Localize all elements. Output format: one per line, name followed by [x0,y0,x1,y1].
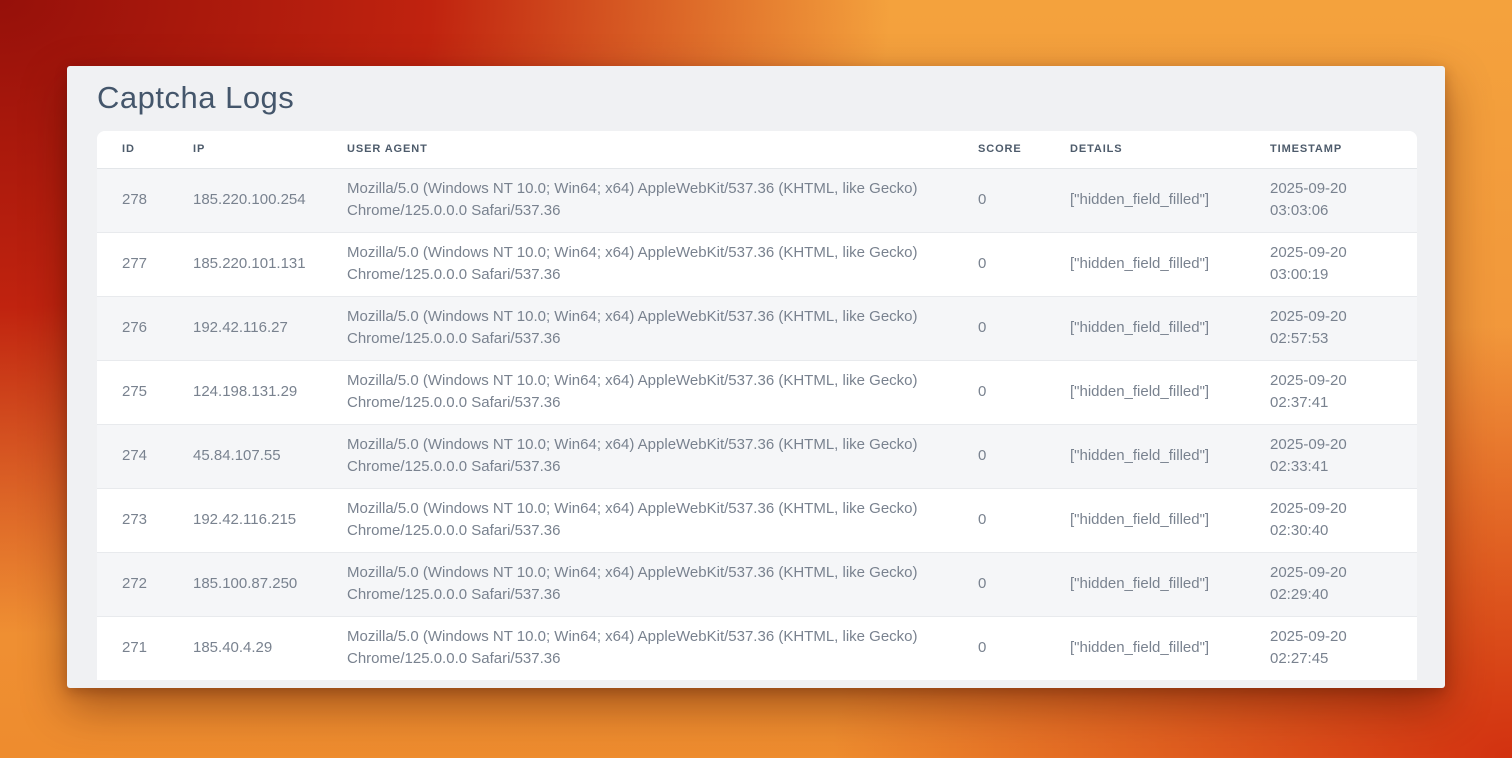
cell-details: ["hidden_field_filled"] [1045,360,1245,424]
cell-score: 0 [953,296,1045,360]
cell-details: ["hidden_field_filled"] [1045,168,1245,232]
cell-ip: 45.84.107.55 [168,424,322,488]
cell-ip: 185.220.101.131 [168,232,322,296]
cell-timestamp: 2025-09-20 02:27:45 [1245,616,1417,680]
cell-ip: 185.100.87.250 [168,552,322,616]
cell-ip: 192.42.116.215 [168,488,322,552]
column-header-user_agent: USER AGENT [322,131,953,168]
cell-id: 274 [97,424,168,488]
captcha-logs-table: IDIPUSER AGENTSCOREDETAILSTIMESTAMP 2781… [97,131,1417,680]
captcha-logs-card: Captcha Logs IDIPUSER AGENTSCOREDETAILST… [67,66,1445,688]
cell-user_agent: Mozilla/5.0 (Windows NT 10.0; Win64; x64… [322,552,953,616]
cell-details: ["hidden_field_filled"] [1045,488,1245,552]
cell-timestamp: 2025-09-20 02:29:40 [1245,552,1417,616]
cell-score: 0 [953,232,1045,296]
cell-timestamp: 2025-09-20 02:33:41 [1245,424,1417,488]
captcha-logs-table-container: IDIPUSER AGENTSCOREDETAILSTIMESTAMP 2781… [97,131,1417,680]
table-row: 272185.100.87.250Mozilla/5.0 (Windows NT… [97,552,1417,616]
cell-score: 0 [953,616,1045,680]
cell-id: 277 [97,232,168,296]
table-row: 27445.84.107.55Mozilla/5.0 (Windows NT 1… [97,424,1417,488]
cell-user_agent: Mozilla/5.0 (Windows NT 10.0; Win64; x64… [322,424,953,488]
table-row: 276192.42.116.27Mozilla/5.0 (Windows NT … [97,296,1417,360]
cell-user_agent: Mozilla/5.0 (Windows NT 10.0; Win64; x64… [322,168,953,232]
column-header-id: ID [97,131,168,168]
cell-timestamp: 2025-09-20 02:30:40 [1245,488,1417,552]
cell-id: 275 [97,360,168,424]
column-header-timestamp: TIMESTAMP [1245,131,1417,168]
cell-id: 273 [97,488,168,552]
page-background: { "page": { "title": "Captcha Logs" }, "… [0,0,1512,758]
table-row: 273192.42.116.215Mozilla/5.0 (Windows NT… [97,488,1417,552]
cell-ip: 185.220.100.254 [168,168,322,232]
page-title: Captcha Logs [97,80,294,116]
cell-details: ["hidden_field_filled"] [1045,424,1245,488]
table-row: 271185.40.4.29Mozilla/5.0 (Windows NT 10… [97,616,1417,680]
cell-id: 278 [97,168,168,232]
cell-score: 0 [953,424,1045,488]
cell-user_agent: Mozilla/5.0 (Windows NT 10.0; Win64; x64… [322,232,953,296]
column-header-ip: IP [168,131,322,168]
cell-user_agent: Mozilla/5.0 (Windows NT 10.0; Win64; x64… [322,488,953,552]
cell-score: 0 [953,168,1045,232]
cell-id: 272 [97,552,168,616]
cell-timestamp: 2025-09-20 02:57:53 [1245,296,1417,360]
cell-details: ["hidden_field_filled"] [1045,232,1245,296]
cell-score: 0 [953,552,1045,616]
cell-id: 271 [97,616,168,680]
cell-user_agent: Mozilla/5.0 (Windows NT 10.0; Win64; x64… [322,296,953,360]
table-row: 277185.220.101.131Mozilla/5.0 (Windows N… [97,232,1417,296]
cell-ip: 185.40.4.29 [168,616,322,680]
cell-score: 0 [953,360,1045,424]
cell-details: ["hidden_field_filled"] [1045,296,1245,360]
column-header-details: DETAILS [1045,131,1245,168]
cell-timestamp: 2025-09-20 03:03:06 [1245,168,1417,232]
cell-id: 276 [97,296,168,360]
table-row: 275124.198.131.29Mozilla/5.0 (Windows NT… [97,360,1417,424]
cell-details: ["hidden_field_filled"] [1045,616,1245,680]
cell-user_agent: Mozilla/5.0 (Windows NT 10.0; Win64; x64… [322,360,953,424]
cell-user_agent: Mozilla/5.0 (Windows NT 10.0; Win64; x64… [322,616,953,680]
cell-details: ["hidden_field_filled"] [1045,552,1245,616]
table-row: 278185.220.100.254Mozilla/5.0 (Windows N… [97,168,1417,232]
cell-timestamp: 2025-09-20 02:37:41 [1245,360,1417,424]
cell-score: 0 [953,488,1045,552]
cell-ip: 192.42.116.27 [168,296,322,360]
table-header-row: IDIPUSER AGENTSCOREDETAILSTIMESTAMP [97,131,1417,168]
cell-ip: 124.198.131.29 [168,360,322,424]
cell-timestamp: 2025-09-20 03:00:19 [1245,232,1417,296]
column-header-score: SCORE [953,131,1045,168]
